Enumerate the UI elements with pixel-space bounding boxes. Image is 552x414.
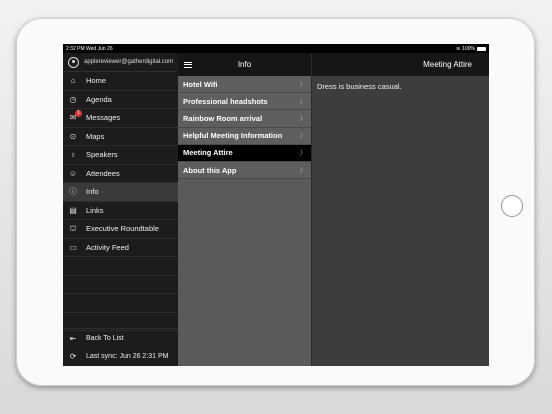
sync-row[interactable]: ⟳ Last sync: Jun 26 2:31 PM: [63, 348, 178, 367]
user-icon: [68, 56, 79, 68]
links-icon: ▤: [69, 205, 77, 215]
info-icon: ⓘ: [69, 187, 77, 197]
last-sync-label: Last sync: Jun 26 2:31 PM: [86, 353, 169, 361]
detail-title: Meeting Attire: [423, 60, 472, 69]
home-icon: ⌂: [70, 76, 76, 86]
clock-icon: ◷: [69, 94, 77, 104]
list-item-label: About this App: [183, 165, 237, 175]
list-item-label: Professional headshots: [183, 96, 268, 106]
people-icon: ☺: [68, 168, 78, 178]
battery-percent: 100%: [462, 45, 475, 52]
chat-bubble-icon: ▭: [69, 242, 77, 252]
sidebar-item-label: Messages: [86, 113, 121, 123]
hamburger-menu-icon[interactable]: [184, 61, 192, 68]
sidebar-item-activity-feed[interactable]: ▭ Activity Feed: [63, 239, 178, 257]
back-to-list-button[interactable]: ⇤ Back To List: [63, 329, 178, 348]
detail-body: Dress is business casual.: [317, 82, 402, 91]
user-email: applereviewer@gatherdigital.com: [84, 59, 174, 65]
chevron-right-icon: 〉: [299, 151, 306, 158]
list-item-meeting-attire[interactable]: Meeting Attire 〉: [178, 144, 311, 162]
sidebar-item-maps[interactable]: ⊙ Maps: [63, 128, 178, 146]
user-account-row[interactable]: applereviewer@gatherdigital.com: [63, 53, 178, 72]
sidebar-item-label: Agenda: [86, 94, 112, 104]
sidebar-item-label: Activity Feed: [86, 242, 129, 252]
sidebar: applereviewer@gatherdigital.com ⌂ Home ◷…: [63, 53, 178, 366]
list-item-label: Meeting Attire: [183, 148, 233, 158]
empty-row: [63, 257, 178, 276]
app-screen: 2:32 PM Wed Jun 26 ≋ 100% applereviewer@…: [63, 44, 489, 366]
sidebar-item-label: Links: [86, 205, 104, 215]
sidebar-item-speakers[interactable]: ♁ Speakers: [63, 146, 178, 165]
exit-icon: ⇤: [69, 333, 77, 343]
chevron-right-icon: 〉: [299, 168, 306, 175]
info-header: Info: [178, 53, 311, 76]
back-to-list-label: Back To List: [86, 334, 124, 342]
sidebar-item-home[interactable]: ⌂ Home: [63, 72, 178, 91]
empty-row: [63, 294, 178, 313]
list-item-rainbow-room-arrival[interactable]: Rainbow Room arrival 〉: [178, 110, 311, 128]
sidebar-item-label: Executive Roundtable: [86, 224, 159, 234]
sidebar-item-label: Maps: [86, 131, 105, 141]
sync-icon: ⟳: [69, 352, 77, 362]
sidebar-footer: ⇤ Back To List ⟳ Last sync: Jun 26 2:31 …: [63, 328, 178, 366]
sidebar-item-label: Attendees: [86, 168, 120, 178]
list-item-label: Helpful Meeting Information: [183, 131, 283, 141]
info-list-pane: Info Hotel Wifi 〉 Professional headshots…: [178, 53, 311, 366]
detail-pane: Meeting Attire Dress is business casual.: [311, 53, 489, 366]
status-bar: 2:32 PM Wed Jun 26 ≋ 100%: [63, 44, 489, 53]
pane-title: Info: [237, 60, 252, 69]
battery-icon: [477, 46, 486, 51]
wifi-icon: ≋: [456, 45, 461, 52]
sidebar-item-label: Speakers: [86, 150, 118, 160]
list-item-about-this-app[interactable]: About this App 〉: [178, 161, 311, 180]
home-button[interactable]: [501, 195, 523, 217]
unread-badge: 1: [75, 109, 82, 117]
chevron-right-icon: 〉: [299, 82, 306, 89]
sidebar-item-label: Info: [86, 187, 99, 197]
detail-header: Meeting Attire: [312, 53, 489, 76]
chevron-right-icon: 〉: [299, 116, 306, 123]
sidebar-item-messages[interactable]: ✉ 1 Messages: [63, 109, 178, 128]
list-item-helpful-meeting-information[interactable]: Helpful Meeting Information 〉: [178, 127, 311, 145]
list-item-label: Rainbow Room arrival: [183, 113, 263, 123]
status-date: Wed Jun 26: [86, 45, 113, 52]
empty-row: [63, 276, 178, 294]
list-item-hotel-wifi[interactable]: Hotel Wifi 〉: [178, 76, 311, 94]
status-time: 2:32 PM: [66, 45, 85, 52]
roundtable-icon: ⛫: [69, 223, 77, 233]
sidebar-item-executive-roundtable[interactable]: ⛫ Executive Roundtable: [63, 220, 178, 239]
microphone-icon: ♁: [70, 150, 76, 160]
chevron-right-icon: 〉: [299, 134, 306, 141]
sidebar-item-agenda[interactable]: ◷ Agenda: [63, 91, 178, 109]
sidebar-item-attendees[interactable]: ☺ Attendees: [63, 165, 178, 183]
envelope-icon: ✉ 1: [68, 109, 82, 123]
sidebar-item-info[interactable]: ⓘ Info: [63, 183, 178, 202]
chevron-right-icon: 〉: [299, 99, 306, 106]
sidebar-item-label: Home: [86, 76, 107, 86]
sidebar-item-links[interactable]: ▤ Links: [63, 202, 178, 220]
list-item-professional-headshots[interactable]: Professional headshots 〉: [178, 93, 311, 111]
list-item-label: Hotel Wifi: [183, 79, 218, 89]
map-pin-icon: ⊙: [69, 131, 77, 141]
